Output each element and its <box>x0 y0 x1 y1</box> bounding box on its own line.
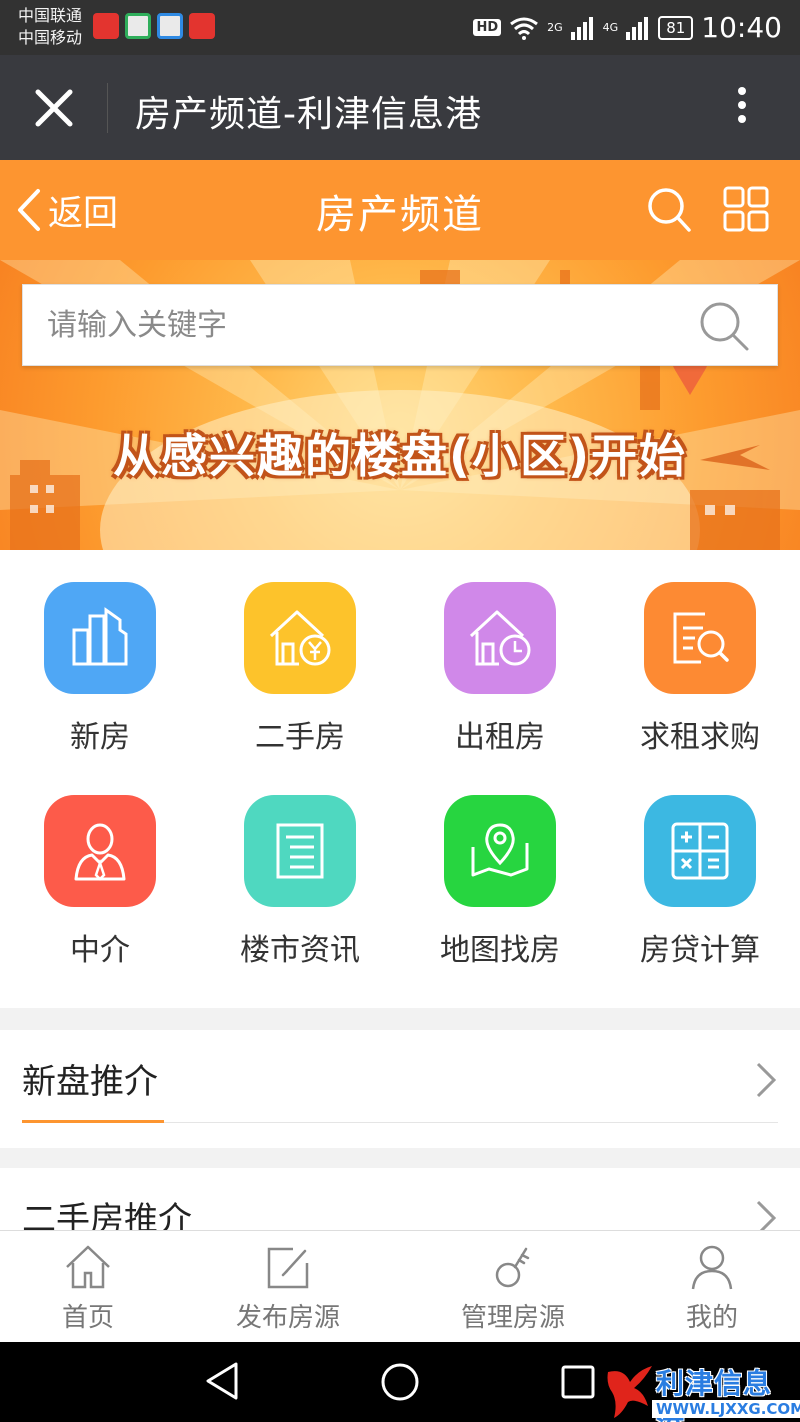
clock: 10:40 <box>701 11 782 44</box>
banner[interactable]: 从感兴趣的楼盘(小区)开始 <box>0 260 800 550</box>
bottom-tab-bar: 首页 发布房源 管理房源 我的 <box>0 1230 800 1342</box>
category-label: 中介 <box>70 933 130 968</box>
status-bar: 中国联通 中国移动 HD 2G 4G 81 10:40 <box>0 0 800 55</box>
system-back-button[interactable] <box>202 1360 242 1406</box>
category-map-search[interactable]: 地图找房 <box>400 763 600 968</box>
hd-icon: HD <box>473 19 502 36</box>
tab-home[interactable]: 首页 <box>0 1231 188 1343</box>
battery-indicator: 81 <box>658 15 694 40</box>
tab-mine[interactable]: 我的 <box>612 1231 800 1343</box>
category-mortgage-calc[interactable]: 房贷计算 <box>600 763 800 968</box>
triangle-back-icon <box>206 1362 238 1400</box>
category-wanted[interactable]: 求租求购 <box>600 550 800 755</box>
app-header: 返回 房产频道 <box>0 160 800 260</box>
carrier-2: 中国移动 <box>18 28 83 47</box>
screen: 中国联通 中国移动 HD 2G 4G 81 10:40 房产频道-利津信息港 返… <box>0 0 800 1422</box>
dot <box>738 87 746 95</box>
carrier-1: 中国联通 <box>18 6 83 25</box>
banner-slogan: 从感兴趣的楼盘(小区)开始 <box>112 429 688 483</box>
watermark: 利津信息港 WWW.LJXXG.COM <box>600 1360 800 1422</box>
key-icon <box>413 1243 613 1291</box>
search-submit-button[interactable] <box>697 299 751 357</box>
category-news[interactable]: 楼市资讯 <box>200 763 400 968</box>
category-grid: 新房 二手房 出租房 求租求购 中介 楼市资讯 地图找房 房贷计算 <box>0 550 800 1008</box>
webview-title-bar: 房产频道-利津信息港 <box>0 55 800 160</box>
app-notification-icon <box>93 13 119 39</box>
watermark-url: WWW.LJXXG.COM <box>652 1400 800 1418</box>
network-2g-label: 2G <box>547 21 563 34</box>
map-pin-icon <box>444 795 556 907</box>
category-label: 出租房 <box>455 720 545 755</box>
close-icon <box>35 89 73 127</box>
signal-icon <box>626 16 649 40</box>
search-icon <box>648 188 691 232</box>
search-bar[interactable] <box>22 284 778 366</box>
category-new-homes[interactable]: 新房 <box>0 550 200 755</box>
tab-label: 发布房源 <box>235 1303 340 1333</box>
system-home-button[interactable] <box>380 1362 420 1406</box>
tab-label: 管理房源 <box>460 1303 565 1333</box>
video-app-icon <box>157 13 183 39</box>
circle-home-icon <box>381 1363 419 1401</box>
house-clock-icon <box>444 582 556 694</box>
status-indicators: HD 2G 4G 81 10:40 <box>473 11 782 44</box>
square-recents-icon <box>561 1365 595 1399</box>
user-icon <box>612 1243 800 1291</box>
notification-icons <box>93 13 215 39</box>
category-agents[interactable]: 中介 <box>0 763 200 968</box>
category-label: 新房 <box>70 720 130 755</box>
document-search-icon <box>644 582 756 694</box>
calculator-icon <box>644 795 756 907</box>
edit-icon <box>188 1243 388 1291</box>
dot <box>738 115 746 123</box>
category-rental[interactable]: 出租房 <box>400 550 600 755</box>
agent-person-icon <box>44 795 156 907</box>
house-yuan-icon <box>244 582 356 694</box>
category-second-hand[interactable]: 二手房 <box>200 550 400 755</box>
chevron-right-icon <box>754 1198 778 1230</box>
category-label: 二手房 <box>255 720 345 755</box>
search-icon <box>700 302 749 351</box>
grid-menu-icon <box>723 186 769 232</box>
wifi-icon <box>510 17 539 40</box>
tab-label: 首页 <box>61 1303 114 1333</box>
tab-manage[interactable]: 管理房源 <box>413 1231 613 1343</box>
divider <box>107 83 108 133</box>
category-label: 房贷计算 <box>640 933 760 968</box>
toutiao-app-icon <box>189 13 215 39</box>
buildings-icon <box>44 582 156 694</box>
close-button[interactable] <box>26 80 82 136</box>
section-title-underline <box>22 1120 164 1123</box>
tab-label: 我的 <box>685 1303 738 1333</box>
section-title: 二手房推介 <box>22 1200 192 1230</box>
header-search-button[interactable] <box>646 185 692 239</box>
system-recents-button[interactable] <box>560 1364 596 1404</box>
chevron-right-icon <box>754 1060 778 1104</box>
app-notification-icon <box>125 13 151 39</box>
more-options-button[interactable] <box>732 83 752 133</box>
bird-logo-icon <box>607 1366 652 1418</box>
section-second-hand[interactable]: 二手房推介 <box>0 1168 800 1230</box>
section-title: 新盘推介 <box>22 1062 158 1102</box>
home-icon <box>0 1243 188 1291</box>
dot <box>738 101 746 109</box>
news-document-icon <box>244 795 356 907</box>
search-input[interactable] <box>47 301 687 349</box>
signal-icon <box>570 16 593 40</box>
tab-publish[interactable]: 发布房源 <box>188 1231 388 1343</box>
webview-title: 房产频道-利津信息港 <box>135 94 482 135</box>
carrier-info: 中国联通 中国移动 <box>18 5 82 49</box>
category-label: 求租求购 <box>640 720 760 755</box>
network-4g-label: 4G <box>602 21 619 34</box>
category-label: 楼市资讯 <box>240 933 360 968</box>
section-new-homes[interactable]: 新盘推介 <box>0 1030 800 1148</box>
category-label: 地图找房 <box>440 933 560 968</box>
menu-grid-button[interactable] <box>722 185 770 237</box>
